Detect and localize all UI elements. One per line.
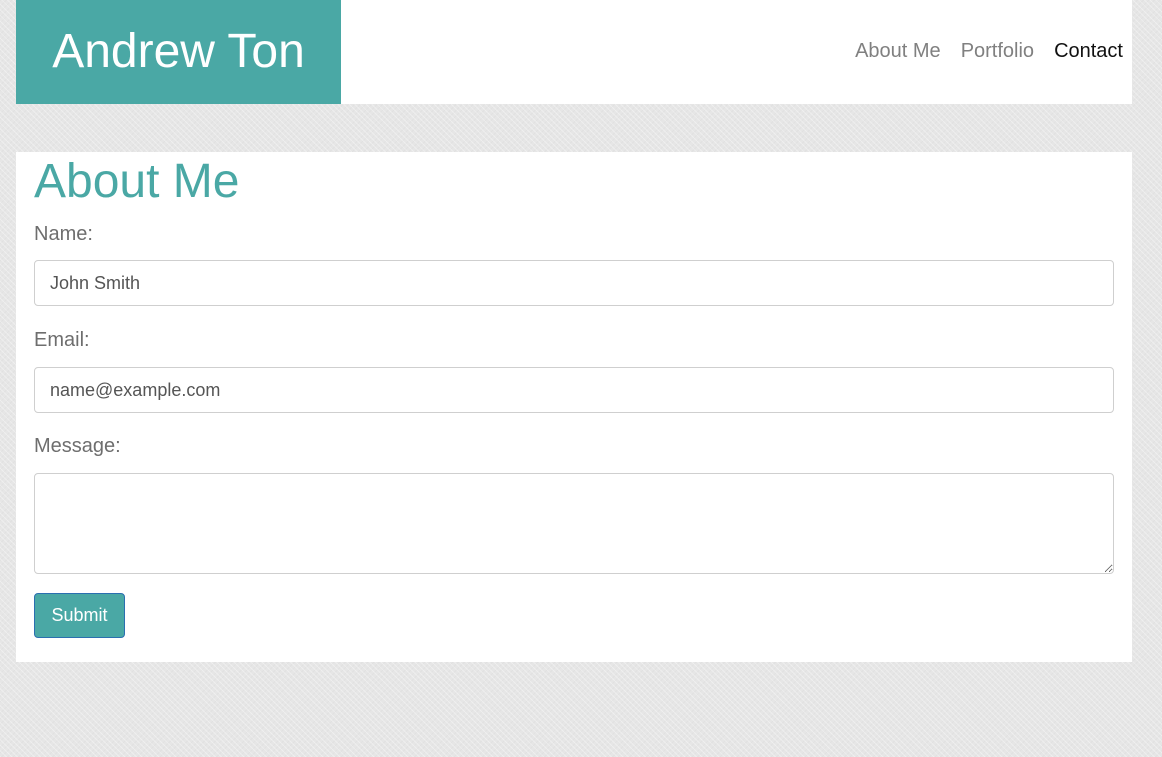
message-label: Message: xyxy=(34,435,121,457)
page-title: About Me xyxy=(34,155,240,208)
nav-link-portfolio[interactable]: Portfolio xyxy=(961,38,1034,64)
site-header: Andrew Ton About Me Portfolio Contact xyxy=(16,0,1132,104)
message-textarea[interactable] xyxy=(34,473,1114,574)
site-brand[interactable]: Andrew Ton xyxy=(16,0,341,104)
submit-button[interactable]: Submit xyxy=(34,593,125,638)
email-label: Email: xyxy=(34,329,90,351)
nav-link-contact[interactable]: Contact xyxy=(1054,38,1123,64)
contact-card: About Me Name: Email: Message: Submit xyxy=(16,152,1132,662)
name-label: Name: xyxy=(34,223,93,245)
name-input[interactable] xyxy=(34,260,1114,306)
main-nav: About Me Portfolio Contact xyxy=(835,38,1123,64)
nav-link-about-me[interactable]: About Me xyxy=(855,38,941,64)
email-input[interactable] xyxy=(34,367,1114,413)
